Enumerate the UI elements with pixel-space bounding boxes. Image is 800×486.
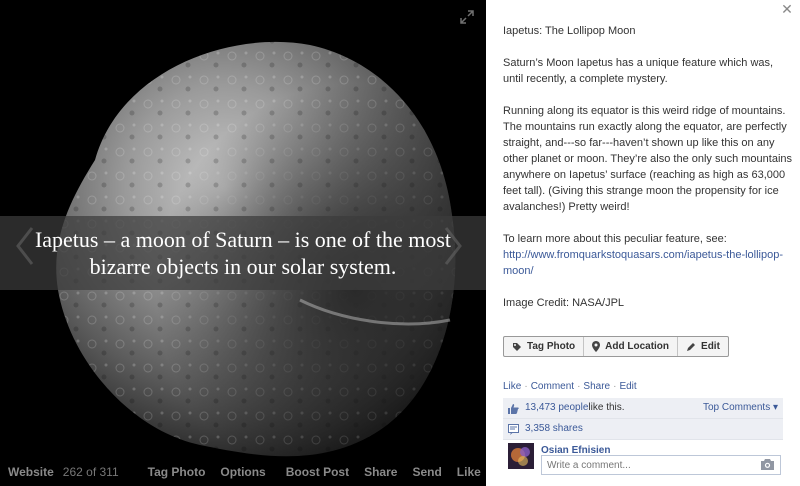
likes-suffix: like this. bbox=[588, 402, 625, 413]
photo-stage[interactable]: Iapetus – a moon of Saturn – is one of t… bbox=[0, 0, 486, 486]
edit-button[interactable]: Edit bbox=[678, 337, 728, 356]
tag-toolbar: Tag Photo Add Location Edit bbox=[503, 336, 729, 357]
tag-photo-link[interactable]: Tag Photo bbox=[148, 465, 206, 479]
comment-placeholder: Write a comment... bbox=[547, 460, 631, 471]
like-link[interactable]: Like bbox=[457, 465, 481, 479]
tag-photo-button[interactable]: Tag Photo bbox=[504, 337, 585, 356]
likes-row: 13,473 people like this. Top Comments ▾ bbox=[503, 398, 783, 419]
website-link[interactable]: Website bbox=[8, 465, 54, 479]
description-text: To learn more about this peculiar featur… bbox=[503, 233, 727, 245]
camera-icon[interactable] bbox=[761, 459, 774, 470]
send-link[interactable]: Send bbox=[412, 465, 441, 479]
description-paragraph: Running along its equator is this weird … bbox=[503, 105, 793, 213]
photo-caption-band: Iapetus – a moon of Saturn – is one of t… bbox=[0, 216, 486, 290]
share-icon bbox=[508, 423, 519, 435]
share-action[interactable]: Share bbox=[583, 381, 610, 392]
options-link[interactable]: Options bbox=[220, 465, 265, 479]
description-title: Iapetus: The Lollipop Moon bbox=[503, 25, 636, 37]
boost-post-link[interactable]: Boost Post bbox=[286, 465, 349, 479]
article-link[interactable]: http://www.fromquarkstoquasars.com/iapet… bbox=[503, 249, 783, 277]
post-actions: Like · Comment · Share · Edit bbox=[503, 379, 637, 395]
separator: · bbox=[613, 381, 617, 392]
top-comments-dropdown[interactable]: Top Comments ▾ bbox=[703, 400, 778, 416]
thumbs-up-icon bbox=[508, 403, 519, 414]
tag-photo-label: Tag Photo bbox=[527, 340, 576, 352]
shares-row: 3,358 shares bbox=[503, 419, 783, 440]
shares-link[interactable]: 3,358 shares bbox=[525, 421, 583, 437]
add-location-label: Add Location bbox=[605, 340, 670, 352]
tag-icon bbox=[513, 342, 521, 351]
photo-caption: Iapetus – a moon of Saturn – is one of t… bbox=[34, 227, 452, 279]
edit-action[interactable]: Edit bbox=[619, 381, 636, 392]
share-link[interactable]: Share bbox=[364, 465, 397, 479]
description-paragraph: Saturn’s Moon Iapetus has a unique featu… bbox=[503, 57, 774, 85]
separator: · bbox=[524, 381, 528, 392]
expand-icon[interactable] bbox=[460, 10, 474, 24]
separator: · bbox=[577, 381, 581, 392]
comment-action[interactable]: Comment bbox=[531, 381, 574, 392]
description-paragraph: To learn more about this peculiar featur… bbox=[503, 231, 793, 279]
edit-label: Edit bbox=[701, 340, 720, 352]
feedback-panel: 13,473 people like this. Top Comments ▾ … bbox=[503, 398, 783, 440]
location-pin-icon bbox=[592, 341, 601, 352]
close-icon[interactable]: ✕ bbox=[780, 2, 794, 16]
photo-description: Iapetus: The Lollipop Moon Saturn’s Moon… bbox=[503, 23, 793, 327]
like-action[interactable]: Like bbox=[503, 381, 521, 392]
commenter-name[interactable]: Osian Efnisien bbox=[541, 443, 610, 455]
photo-counter: 262 of 311 bbox=[62, 465, 119, 479]
details-pane: ✕ Iapetus: The Lollipop Moon Saturn’s Mo… bbox=[486, 0, 800, 486]
photo-action-bar: Website 262 of 311 Tag Photo Options Boo… bbox=[0, 458, 486, 486]
add-location-button[interactable]: Add Location bbox=[584, 337, 679, 356]
pencil-icon bbox=[687, 342, 696, 351]
likes-count-link[interactable]: 13,473 people bbox=[525, 400, 588, 416]
comment-input[interactable]: Write a comment... bbox=[541, 455, 781, 475]
image-credit: Image Credit: NASA/JPL bbox=[503, 297, 625, 309]
avatar[interactable] bbox=[508, 443, 534, 469]
